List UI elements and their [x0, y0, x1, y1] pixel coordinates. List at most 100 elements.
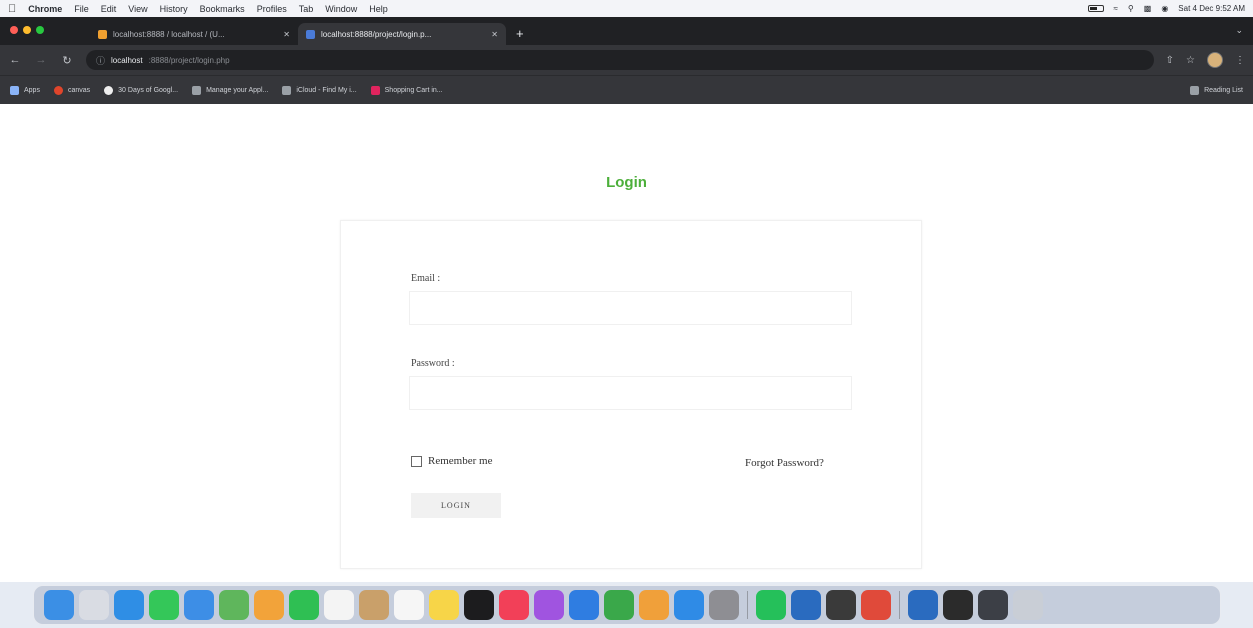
- remember-me-label: Remember me: [428, 455, 493, 467]
- menu-view[interactable]: View: [128, 4, 147, 14]
- profile-avatar[interactable]: [1207, 52, 1223, 68]
- bookmark-canvas[interactable]: canvas: [53, 85, 91, 95]
- messages-icon[interactable]: [149, 590, 179, 620]
- zoom-window-button[interactable]: [36, 26, 44, 34]
- system-preferences-icon[interactable]: [709, 590, 739, 620]
- tab-title: localhost:8888/project/login.p...: [321, 29, 432, 39]
- tab-search-chevron-icon[interactable]: ⌄: [1235, 25, 1243, 36]
- remember-me-checkbox[interactable]: [411, 455, 422, 467]
- safari-icon[interactable]: [114, 590, 144, 620]
- reading-list-icon: [1190, 85, 1200, 95]
- email-field[interactable]: [409, 291, 852, 325]
- battery-icon[interactable]: [1087, 5, 1104, 12]
- bookmark-label: Apps: [24, 86, 40, 94]
- menu-edit[interactable]: Edit: [101, 4, 117, 14]
- close-window-button[interactable]: [10, 26, 18, 34]
- icloud-icon: [282, 85, 292, 95]
- minimize-window-button[interactable]: [23, 26, 31, 34]
- bookmarks-bar: Apps canvas 30 Days of Googl... Manage y…: [0, 75, 1253, 104]
- spotlight-icon[interactable]: ⚲: [1128, 4, 1134, 13]
- numbers-icon[interactable]: [604, 590, 634, 620]
- maps-icon[interactable]: [219, 590, 249, 620]
- email-label: Email :: [411, 273, 441, 284]
- window-thumbnail-icon[interactable]: [978, 590, 1008, 620]
- browser-toolbar: ← → ↻ ⓘ localhost:8888/project/login.php…: [0, 45, 1253, 75]
- contacts-icon[interactable]: [359, 590, 389, 620]
- notes-icon[interactable]: [429, 590, 459, 620]
- page-favicon-icon: [306, 29, 315, 39]
- site-info-icon[interactable]: ⓘ: [96, 54, 105, 67]
- bookmark-30-days[interactable]: 30 Days of Googl...: [104, 85, 178, 95]
- more-menu-icon[interactable]: ⋮: [1235, 55, 1245, 66]
- share-icon[interactable]: ⇧: [1166, 55, 1174, 66]
- bookmark-label: Shopping Cart in...: [384, 86, 443, 94]
- calendar-icon[interactable]: [324, 590, 354, 620]
- facetime-icon[interactable]: [289, 590, 319, 620]
- forward-button[interactable]: →: [34, 54, 48, 66]
- page-content: Login Email : Password : Remember me For…: [0, 104, 1253, 582]
- menu-bookmarks[interactable]: Bookmarks: [200, 4, 245, 14]
- dock-separator: [747, 591, 748, 619]
- bookmark-star-icon[interactable]: ☆: [1186, 55, 1195, 66]
- reading-list-button[interactable]: Reading List: [1190, 85, 1243, 95]
- terminal-icon[interactable]: [943, 590, 973, 620]
- menubar-clock[interactable]: Sat 4 Dec 9:52 AM: [1178, 4, 1245, 13]
- close-tab-icon[interactable]: ✕: [283, 30, 290, 39]
- virtualbox-2-icon[interactable]: [908, 590, 938, 620]
- tv-icon[interactable]: [464, 590, 494, 620]
- apple-icon[interactable]: : [8, 3, 16, 15]
- phpmyadmin-favicon-icon: [98, 29, 107, 39]
- launchpad-icon[interactable]: [79, 590, 109, 620]
- bookmark-label: iCloud - Find My i...: [296, 86, 357, 94]
- mail-icon[interactable]: [184, 590, 214, 620]
- finder-icon[interactable]: [44, 590, 74, 620]
- youtube-icon: [370, 85, 380, 95]
- new-tab-button[interactable]: +: [516, 26, 524, 41]
- forgot-password-link[interactable]: Forgot Password?: [745, 457, 824, 469]
- bookmark-label: Manage your Appl...: [206, 86, 269, 94]
- tab-strip: localhost:8888 / localhost / (U... ✕ loc…: [0, 17, 1253, 45]
- toolbar-actions: ⇧ ☆ ⋮: [1166, 52, 1245, 68]
- remember-me[interactable]: Remember me: [411, 455, 492, 467]
- login-button[interactable]: LOGIN: [411, 493, 501, 518]
- apple-bookmark-icon: [192, 85, 202, 95]
- reminders-icon[interactable]: [394, 590, 424, 620]
- tab-phpmyadmin[interactable]: localhost:8888 / localhost / (U... ✕: [90, 23, 298, 45]
- podcasts-icon[interactable]: [534, 590, 564, 620]
- menu-profiles[interactable]: Profiles: [257, 4, 287, 14]
- bookmark-label: canvas: [67, 86, 91, 94]
- bookmark-shopping-cart[interactable]: Shopping Cart in...: [370, 85, 443, 95]
- siri-icon[interactable]: ◉: [1161, 4, 1168, 13]
- status-area: ≈ ⚲ ▩ ◉ Sat 4 Dec 9:52 AM: [1087, 4, 1245, 13]
- menu-file[interactable]: File: [74, 4, 89, 14]
- bookmark-manage-apple[interactable]: Manage your Appl...: [192, 85, 269, 95]
- menu-window[interactable]: Window: [325, 4, 357, 14]
- close-tab-icon[interactable]: ✕: [491, 30, 498, 39]
- bookmark-icloud[interactable]: iCloud - Find My i...: [282, 85, 357, 95]
- reload-button[interactable]: ↻: [60, 54, 74, 67]
- music-icon[interactable]: [499, 590, 529, 620]
- menu-tab[interactable]: Tab: [299, 4, 314, 14]
- tab-login[interactable]: localhost:8888/project/login.p... ✕: [298, 23, 506, 45]
- back-button[interactable]: ←: [8, 54, 22, 66]
- menu-history[interactable]: History: [160, 4, 188, 14]
- mamp-icon[interactable]: [826, 590, 856, 620]
- trash-icon[interactable]: [1013, 590, 1043, 620]
- pages-icon[interactable]: [639, 590, 669, 620]
- photos-icon[interactable]: [254, 590, 284, 620]
- app-store-icon[interactable]: [674, 590, 704, 620]
- address-bar[interactable]: ⓘ localhost:8888/project/login.php: [86, 50, 1154, 70]
- bookmark-apps[interactable]: Apps: [10, 85, 40, 95]
- keynote-icon[interactable]: [569, 590, 599, 620]
- password-label: Password :: [411, 358, 455, 369]
- menu-bar:  Chrome File Edit View History Bookmark…: [0, 0, 1253, 17]
- wifi-icon[interactable]: ≈: [1114, 4, 1118, 13]
- menu-chrome[interactable]: Chrome: [28, 4, 62, 14]
- chrome-icon[interactable]: [861, 590, 891, 620]
- window-controls: [10, 26, 44, 34]
- virtualbox-icon[interactable]: [791, 590, 821, 620]
- password-field[interactable]: [409, 376, 852, 410]
- whatsapp-icon[interactable]: [756, 590, 786, 620]
- control-center-icon[interactable]: ▩: [1144, 4, 1152, 13]
- menu-help[interactable]: Help: [369, 4, 388, 14]
